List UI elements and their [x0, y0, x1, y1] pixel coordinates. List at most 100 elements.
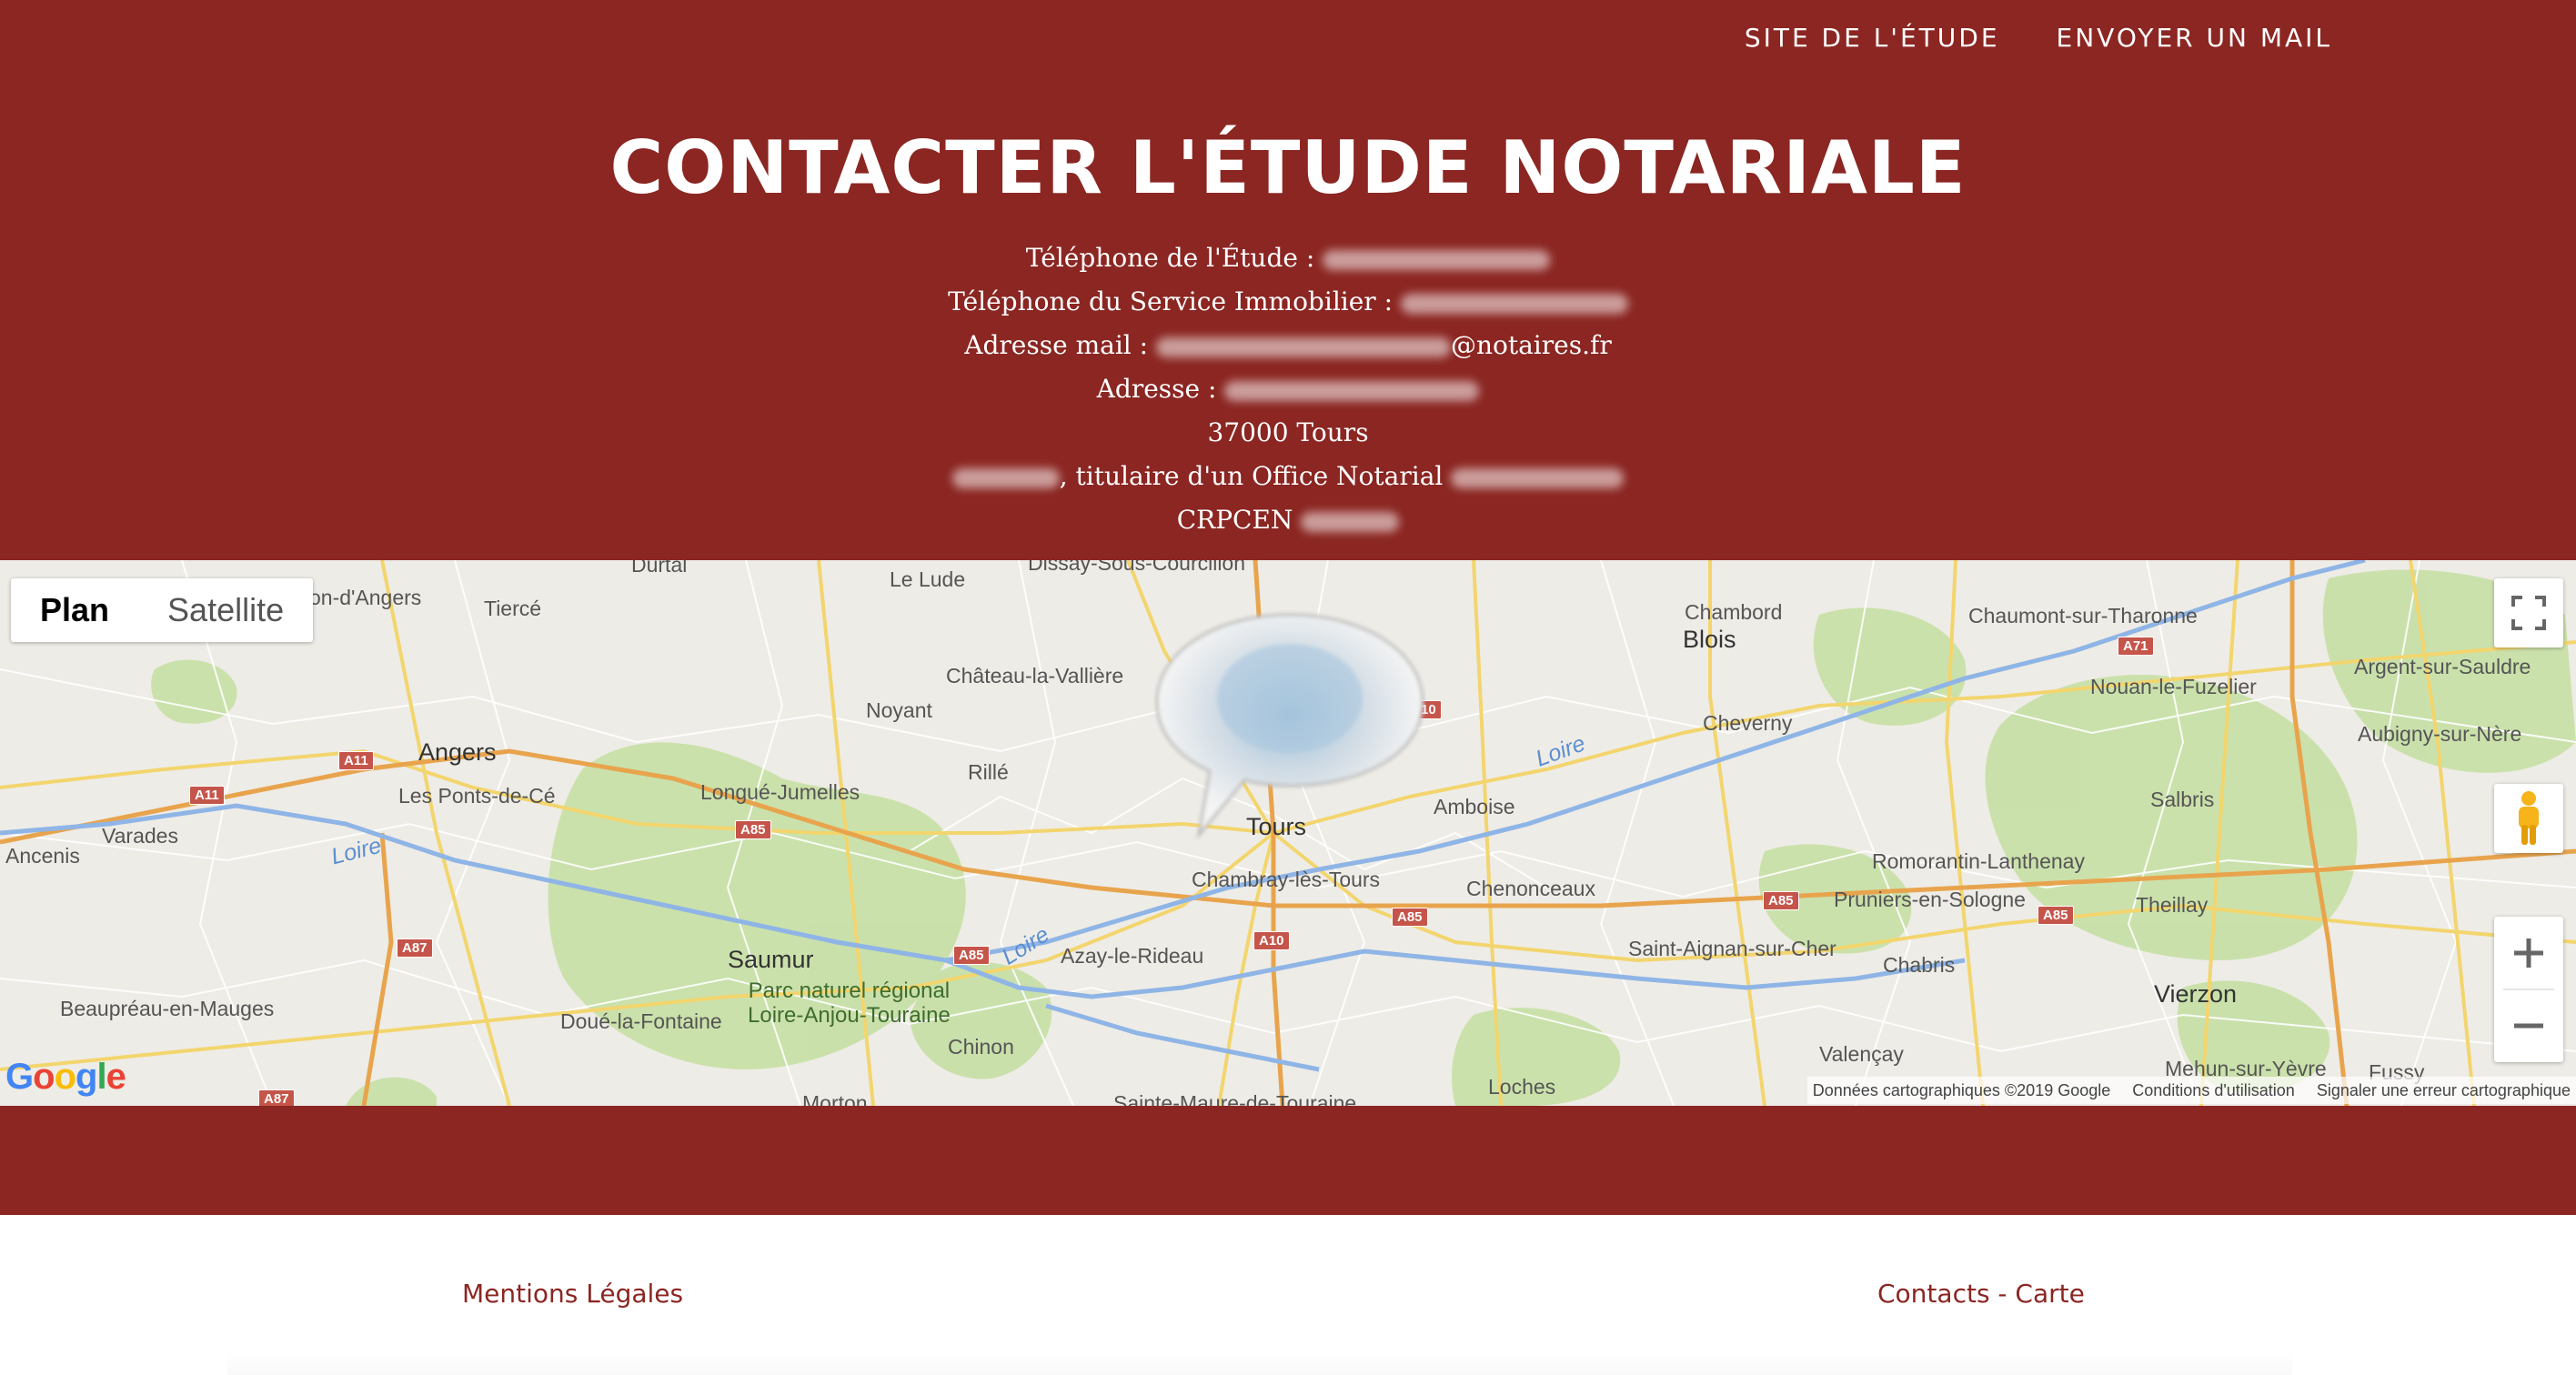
- place-label: Azay-le-Rideau: [1061, 944, 1204, 968]
- road-shield: A85: [735, 820, 771, 839]
- google-logo-letter: o: [54, 1057, 76, 1097]
- road-shield: A11: [189, 786, 225, 805]
- footer: Mentions Légales Contacts - Carte: [0, 1215, 2576, 1375]
- realestate-phone-redacted: [1400, 293, 1628, 314]
- place-label: Chambord: [1685, 600, 1783, 624]
- city-line: 37000 Tours: [0, 411, 2576, 455]
- place-label: Rillé: [968, 760, 1009, 784]
- street-view-button[interactable]: [2494, 784, 2563, 853]
- place-label: Valençay: [1819, 1042, 1904, 1066]
- titulaire-text: , titulaire d'un Office Notarial: [1059, 461, 1444, 491]
- place-label: Cheverny: [1703, 711, 1793, 735]
- park-label-line: Parc naturel régional: [748, 979, 951, 1003]
- google-logo-letter: e: [106, 1057, 126, 1097]
- crpcen-label: CRPCEN: [1176, 505, 1293, 535]
- place-label: Pruniers-en-Sologne: [1834, 888, 2026, 911]
- email-redacted: [1155, 336, 1451, 357]
- map-type-satellite-button[interactable]: Satellite: [138, 578, 313, 642]
- site-link[interactable]: SITE DE L'ÉTUDE: [1745, 20, 2000, 56]
- header-band: SITE DE L'ÉTUDE ENVOYER UN MAIL CONTACTE…: [0, 0, 2576, 560]
- report-error-link[interactable]: Signaler une erreur cartographique: [2317, 1077, 2571, 1104]
- place-label: Angers: [418, 738, 497, 766]
- city-text: 37000 Tours: [1207, 417, 1369, 447]
- map[interactable]: on-d'Angers Durtal Tiercé Le Lude Dissay…: [0, 560, 2576, 1106]
- place-label: Chenonceaux: [1466, 877, 1595, 900]
- place-label: Tiercé: [484, 597, 542, 620]
- zoom-out-button[interactable]: [2494, 990, 2563, 1061]
- footer-shadow: [227, 1351, 2292, 1375]
- email-line: Adresse mail : @notaires.fr: [0, 324, 2576, 367]
- phone-line: Téléphone de l'Étude :: [0, 236, 2576, 280]
- place-label: Longué-Jumelles: [700, 780, 860, 804]
- address-redacted: [1224, 380, 1480, 401]
- terms-link[interactable]: Conditions d'utilisation: [2132, 1077, 2295, 1104]
- road-shield: A85: [953, 946, 990, 965]
- fullscreen-button[interactable]: [2494, 578, 2563, 647]
- google-logo-letter: l: [96, 1057, 106, 1097]
- place-label: Noyant: [866, 698, 932, 722]
- place-label: Aubigny-sur-Nère: [2358, 722, 2522, 746]
- titulaire-line: , titulaire d'un Office Notarial: [0, 455, 2576, 498]
- map-data-credit: Données cartographiques ©2019 Google: [1812, 1081, 2111, 1099]
- send-mail-link[interactable]: ENVOYER UN MAIL: [2057, 20, 2332, 56]
- place-label: Château-la-Vallière: [946, 664, 1124, 688]
- page-title: CONTACTER L'ÉTUDE NOTARIALE: [609, 125, 1967, 210]
- address-line: Adresse :: [0, 367, 2576, 411]
- place-label: Argent-sur-Sauldre: [2354, 655, 2531, 678]
- google-logo[interactable]: Google: [5, 1057, 126, 1098]
- crpcen-line: CRPCEN: [0, 498, 2576, 542]
- fullscreen-icon: [2511, 596, 2546, 630]
- map-type-control: Plan Satellite: [11, 578, 314, 642]
- place-label: Varades: [102, 824, 178, 848]
- road-shield: A87: [397, 938, 433, 958]
- crpcen-redacted: [1301, 511, 1400, 532]
- google-logo-letter: G: [5, 1057, 34, 1097]
- place-label: Theillay: [2136, 893, 2209, 917]
- map-type-plan-button[interactable]: Plan: [11, 578, 138, 642]
- park-label-line: Loire-Anjou-Touraine: [748, 1003, 951, 1028]
- place-label: Saint-Aignan-sur-Cher: [1628, 937, 1836, 960]
- road-shield: A85: [1763, 891, 1799, 910]
- pegman-icon: [2519, 791, 2539, 845]
- legal-notice-link[interactable]: Mentions Légales: [462, 1279, 683, 1309]
- place-label: Blois: [1683, 626, 1736, 653]
- notary-name-redacted: [951, 467, 1060, 488]
- road-shield: A71: [2118, 637, 2154, 656]
- google-logo-letter: g: [75, 1057, 97, 1097]
- place-label: Durtal: [631, 560, 688, 577]
- place-label: Les Ponts-de-Cé: [398, 784, 556, 808]
- contacts-map-link[interactable]: Contacts - Carte: [1877, 1279, 2085, 1309]
- address-label: Adresse :: [1096, 374, 1217, 404]
- place-label: Beaupréau-en-Mauges: [60, 997, 275, 1020]
- place-label: Loches: [1488, 1075, 1556, 1099]
- road-shield: A87: [258, 1089, 295, 1106]
- lower-band: [0, 1106, 2576, 1215]
- map-attribution: Données cartographiques ©2019 Google Con…: [1806, 1077, 2576, 1104]
- place-label: Le Lude: [890, 567, 966, 591]
- phone-label: Téléphone de l'Étude :: [1025, 243, 1315, 273]
- place-label: Ancenis: [5, 844, 80, 868]
- place-label: Chabris: [1883, 953, 1956, 977]
- place-label: Chinon: [948, 1035, 1014, 1059]
- road-shield: A85: [1392, 908, 1428, 927]
- place-label: Nouan-le-Fuzelier: [2090, 675, 2257, 698]
- zoom-control: [2494, 917, 2563, 1062]
- place-label: Dissay-Sous-Courcillon: [1028, 560, 1246, 575]
- top-nav: SITE DE L'ÉTUDE ENVOYER UN MAIL: [1745, 20, 2332, 56]
- office-name-redacted: [1451, 467, 1625, 488]
- zoom-in-button[interactable]: [2494, 918, 2563, 989]
- place-label: Doué-la-Fontaine: [560, 1009, 722, 1033]
- place-label: Morton: [802, 1091, 868, 1106]
- place-label: Vierzon: [2154, 980, 2238, 1008]
- place-label: Sainte-Maure-de-Touraine: [1113, 1091, 1357, 1106]
- minus-icon: [2514, 1023, 2543, 1029]
- place-label: Salbris: [2150, 788, 2215, 811]
- park-label: Parc naturel régional Loire-Anjou-Tourai…: [748, 979, 951, 1028]
- realestate-phone-label: Téléphone du Service Immobilier :: [948, 286, 1394, 316]
- place-label: Chaumont-sur-Tharonne: [1968, 604, 2198, 627]
- plus-icon: [2514, 938, 2543, 968]
- info-bubble-icon[interactable]: [1153, 607, 1426, 844]
- email-domain: @notaires.fr: [1450, 330, 1612, 360]
- place-label: Chambray-lès-Tours: [1192, 868, 1381, 891]
- google-logo-letter: o: [33, 1057, 55, 1097]
